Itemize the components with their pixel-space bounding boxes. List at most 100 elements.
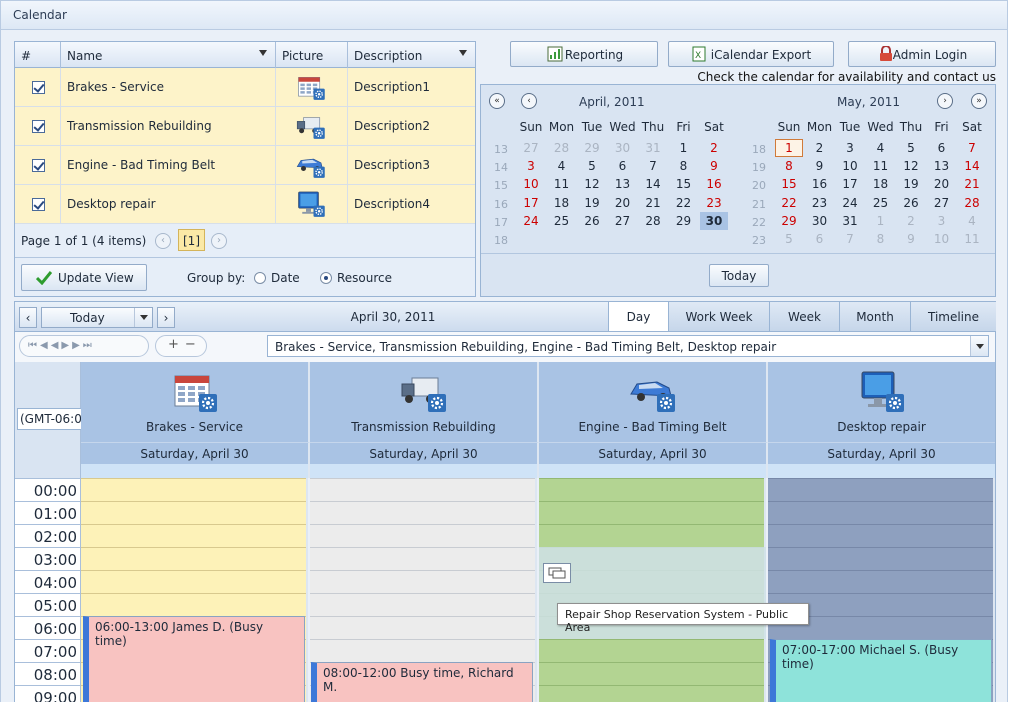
calendar-day[interactable]: 25 xyxy=(548,214,576,228)
col-header-num[interactable]: # xyxy=(15,42,61,68)
prev-page-button[interactable]: ‹ xyxy=(155,233,171,249)
row-checkbox-cell[interactable] xyxy=(15,107,61,146)
icalendar-export-button[interactable]: X iCalendar Export xyxy=(668,41,834,67)
all-day-slot[interactable] xyxy=(768,464,995,478)
calendar-day[interactable]: 6 xyxy=(609,159,637,173)
calendar-day[interactable]: 30 xyxy=(609,141,637,155)
calendar-day[interactable]: 4 xyxy=(958,214,986,228)
calendar-day[interactable]: 10 xyxy=(928,232,956,246)
zoom-buttons[interactable]: +− xyxy=(155,335,207,357)
appointment[interactable]: 06:00-13:00 James D. (Busy time) xyxy=(83,616,305,702)
calendar-day[interactable]: 10 xyxy=(836,159,864,173)
calendar-day[interactable]: 11 xyxy=(867,159,895,173)
calendar-day[interactable]: 31 xyxy=(836,214,864,228)
calendar-day[interactable]: 31 xyxy=(639,141,667,155)
calendar-day[interactable]: 23 xyxy=(700,196,728,210)
all-day-slot[interactable] xyxy=(539,464,768,478)
calendar-day[interactable]: 8 xyxy=(867,232,895,246)
calendar-day[interactable]: 22 xyxy=(775,196,803,210)
next-page-button[interactable]: › xyxy=(211,233,227,249)
fast-prev-icon[interactable]: « xyxy=(489,93,505,109)
calendar-day[interactable]: 30 xyxy=(700,211,728,230)
tab-month[interactable]: Month xyxy=(839,302,910,331)
calendar-day[interactable]: 21 xyxy=(639,196,667,210)
next-day-button[interactable]: › xyxy=(157,307,175,328)
calendar-day[interactable]: 2 xyxy=(897,214,925,228)
today-dropdown[interactable]: Today xyxy=(41,307,153,328)
calendar-day[interactable]: 27 xyxy=(928,196,956,210)
calendar-day[interactable]: 23 xyxy=(806,196,834,210)
calendar-day[interactable]: 28 xyxy=(958,196,986,210)
row-checkbox-cell[interactable] xyxy=(15,146,61,185)
calendar-day[interactable]: 15 xyxy=(775,177,803,191)
calendar-day[interactable]: 2 xyxy=(700,141,728,155)
table-row[interactable]: Brakes - Service Description1 xyxy=(15,68,475,107)
calendar-day[interactable]: 14 xyxy=(639,177,667,191)
calendar-day[interactable]: 3 xyxy=(928,214,956,228)
current-page-button[interactable]: [1] xyxy=(178,229,205,251)
calendar-day[interactable]: 10 xyxy=(517,177,545,191)
calendar-day[interactable]: 16 xyxy=(806,177,834,191)
calendar-day[interactable]: 4 xyxy=(867,141,895,155)
update-view-button[interactable]: Update View xyxy=(21,264,147,291)
fast-next-icon[interactable]: » xyxy=(971,93,987,109)
calendar-day[interactable]: 7 xyxy=(836,232,864,246)
row-checkbox-cell[interactable] xyxy=(15,185,61,224)
calendar-day[interactable]: 7 xyxy=(639,159,667,173)
calendar-day[interactable]: 22 xyxy=(670,196,698,210)
col-header-name[interactable]: Name xyxy=(61,42,276,68)
calendar-day[interactable]: 9 xyxy=(700,159,728,173)
calendar-day[interactable]: 21 xyxy=(958,177,986,191)
calendar-day[interactable]: 12 xyxy=(897,159,925,173)
table-row[interactable]: Engine - Bad Timing Belt Description3 xyxy=(15,146,475,185)
filter-icon[interactable] xyxy=(459,50,467,56)
tab-week[interactable]: Week xyxy=(769,302,839,331)
group-by-resource-radio[interactable] xyxy=(320,272,332,284)
calendar-day[interactable]: 9 xyxy=(897,232,925,246)
calendar-day[interactable]: 17 xyxy=(836,177,864,191)
calendar-day[interactable]: 5 xyxy=(897,141,925,155)
table-row[interactable]: Desktop repair Description4 xyxy=(15,185,475,224)
chevron-down-icon[interactable] xyxy=(970,336,988,356)
prev-month-icon[interactable]: ‹ xyxy=(521,93,537,109)
calendar-day[interactable]: 8 xyxy=(670,159,698,173)
calendar-day[interactable]: 24 xyxy=(836,196,864,210)
calendar-day[interactable]: 25 xyxy=(867,196,895,210)
table-row[interactable]: Transmission Rebuilding Description2 xyxy=(15,107,475,146)
tab-work-week[interactable]: Work Week xyxy=(668,302,769,331)
row-checkbox-cell[interactable] xyxy=(15,68,61,107)
resource-filter-select[interactable]: Brakes - Service, Transmission Rebuildin… xyxy=(267,335,989,357)
appointment-template-icon[interactable] xyxy=(543,563,571,583)
tab-day[interactable]: Day xyxy=(608,302,668,331)
calendar-day[interactable]: 27 xyxy=(517,141,545,155)
all-day-slot[interactable] xyxy=(310,464,539,478)
calendar-day[interactable]: 3 xyxy=(517,159,545,173)
calendar-day[interactable]: 1 xyxy=(670,141,698,155)
calendar-day[interactable]: 7 xyxy=(958,141,986,155)
calendar-day[interactable]: 5 xyxy=(578,159,606,173)
calendar-day[interactable]: 12 xyxy=(578,177,606,191)
calendar-day[interactable]: 20 xyxy=(928,177,956,191)
calendar-day[interactable]: 29 xyxy=(578,141,606,155)
row-checkbox[interactable] xyxy=(32,120,45,133)
calendar-day[interactable]: 30 xyxy=(806,214,834,228)
calendar-day[interactable]: 28 xyxy=(548,141,576,155)
calendar-day[interactable]: 6 xyxy=(928,141,956,155)
calendar-day[interactable]: 9 xyxy=(806,159,834,173)
calendar-day[interactable]: 13 xyxy=(928,159,956,173)
calendar-day[interactable]: 18 xyxy=(548,196,576,210)
calendar-day[interactable]: 3 xyxy=(836,141,864,155)
prev-day-button[interactable]: ‹ xyxy=(19,307,37,328)
appointment[interactable]: 07:00-17:00 Michael S. (Busy time) xyxy=(770,639,992,702)
calendar-day[interactable]: 28 xyxy=(639,214,667,228)
row-checkbox[interactable] xyxy=(32,198,45,211)
calendar-day[interactable]: 19 xyxy=(897,177,925,191)
chevron-down-icon[interactable] xyxy=(134,308,152,327)
calendar-day[interactable]: 6 xyxy=(806,232,834,246)
appointment[interactable]: 08:00-12:00 Busy time, Richard M. xyxy=(311,662,533,702)
calendar-day[interactable]: 14 xyxy=(958,159,986,173)
calendar-day[interactable]: 1 xyxy=(775,139,803,157)
next-month-icon[interactable]: › xyxy=(937,93,953,109)
admin-login-button[interactable]: Admin Login xyxy=(848,41,996,67)
group-by-date-radio[interactable] xyxy=(254,272,266,284)
